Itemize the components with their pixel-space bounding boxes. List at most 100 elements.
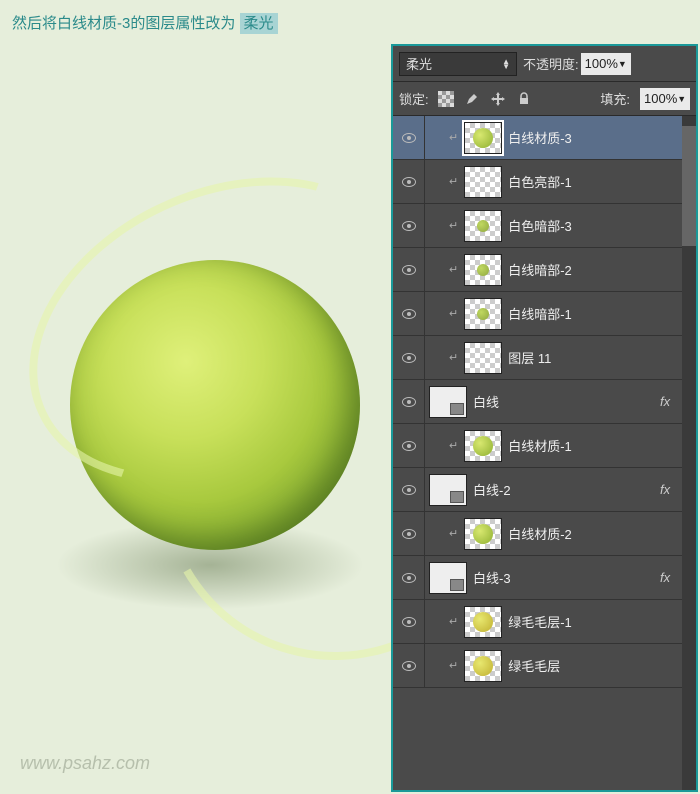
layer-thumbnail[interactable] bbox=[464, 518, 502, 550]
layer-content: 白线fx▼ bbox=[425, 386, 696, 418]
lock-transparency-icon[interactable] bbox=[437, 90, 455, 108]
layer-thumbnail[interactable] bbox=[429, 562, 467, 594]
layer-row[interactable]: ↵白线暗部-1 bbox=[393, 292, 696, 336]
eye-icon bbox=[402, 529, 416, 539]
layer-content: ↵白线暗部-1 bbox=[425, 298, 696, 330]
lock-icon[interactable] bbox=[515, 90, 533, 108]
watermark: www.psahz.com bbox=[20, 753, 150, 774]
layer-thumbnail[interactable] bbox=[429, 386, 467, 418]
layer-row[interactable]: ↵白色亮部-1 bbox=[393, 160, 696, 204]
tennis-ball-image bbox=[70, 260, 360, 550]
visibility-toggle[interactable] bbox=[393, 644, 425, 687]
lock-label: 锁定: bbox=[399, 89, 429, 108]
eye-icon bbox=[402, 397, 416, 407]
brush-icon[interactable] bbox=[463, 90, 481, 108]
fill-input[interactable]: 100%▼ bbox=[640, 88, 690, 110]
panel-header: 柔光 ▲▼ 不透明度: 100%▼ bbox=[393, 46, 696, 82]
layer-content: ↵白色亮部-1 bbox=[425, 166, 696, 198]
eye-icon bbox=[402, 353, 416, 363]
visibility-toggle[interactable] bbox=[393, 160, 425, 203]
visibility-toggle[interactable] bbox=[393, 556, 425, 599]
fill-label: 填充: bbox=[600, 89, 630, 108]
highlight-text: 柔光 bbox=[240, 13, 278, 34]
eye-icon bbox=[402, 221, 416, 231]
visibility-toggle[interactable] bbox=[393, 116, 425, 159]
layer-thumbnail[interactable] bbox=[464, 430, 502, 462]
opacity-label: 不透明度: bbox=[523, 54, 579, 73]
visibility-toggle[interactable] bbox=[393, 468, 425, 511]
layer-name: 白线材质-3 bbox=[508, 128, 696, 147]
fx-badge[interactable]: fx bbox=[660, 394, 670, 409]
clip-arrow-icon: ↵ bbox=[449, 439, 458, 452]
layer-thumbnail[interactable] bbox=[464, 254, 502, 286]
chevron-down-icon: ▼ bbox=[677, 94, 686, 104]
visibility-toggle[interactable] bbox=[393, 424, 425, 467]
clip-arrow-icon: ↵ bbox=[449, 615, 458, 628]
layer-name: 绿毛毛层-1 bbox=[508, 612, 696, 631]
visibility-toggle[interactable] bbox=[393, 204, 425, 247]
layer-name: 白线材质-1 bbox=[508, 436, 696, 455]
layers-panel: 柔光 ▲▼ 不透明度: 100%▼ 锁定: 填充: 100%▼ ↵白线材质-3↵… bbox=[391, 44, 698, 792]
layer-name: 白色亮部-1 bbox=[508, 172, 696, 191]
eye-icon bbox=[402, 661, 416, 671]
clip-arrow-icon: ↵ bbox=[449, 527, 458, 540]
blend-mode-select[interactable]: 柔光 ▲▼ bbox=[399, 52, 517, 76]
layer-row[interactable]: ↵ 白线材质-3 bbox=[393, 116, 696, 160]
fx-badge[interactable]: fx bbox=[660, 570, 670, 585]
layer-name: 白线材质-2 bbox=[508, 524, 696, 543]
layer-thumbnail[interactable] bbox=[464, 210, 502, 242]
layer-content: 白线-3fx▼ bbox=[425, 562, 696, 594]
layer-content: ↵ 白线材质-1 bbox=[425, 430, 696, 462]
layer-row[interactable]: ↵ 白色暗部-3 bbox=[393, 204, 696, 248]
layer-thumbnail[interactable] bbox=[464, 298, 502, 330]
layer-name: 绿毛毛层 bbox=[508, 656, 696, 675]
scrollbar-thumb[interactable] bbox=[682, 126, 696, 246]
layer-thumbnail[interactable] bbox=[464, 122, 502, 154]
layer-content: ↵ 绿毛毛层-1 bbox=[425, 606, 696, 638]
visibility-toggle[interactable] bbox=[393, 600, 425, 643]
visibility-toggle[interactable] bbox=[393, 248, 425, 291]
layer-content: ↵ 白线材质-3 bbox=[425, 122, 696, 154]
eye-icon bbox=[402, 617, 416, 627]
layer-row[interactable]: 白线fx▼ bbox=[393, 380, 696, 424]
layers-list[interactable]: ↵白线材质-3↵白色亮部-1↵白色暗部-3↵白线暗部-2↵白线暗部-1↵图层 1… bbox=[393, 116, 696, 790]
visibility-toggle[interactable] bbox=[393, 292, 425, 335]
layer-content: ↵ 白色暗部-3 bbox=[425, 210, 696, 242]
layer-thumbnail[interactable] bbox=[464, 166, 502, 198]
eye-icon bbox=[402, 441, 416, 451]
layer-row[interactable]: 白线-2fx▼ bbox=[393, 468, 696, 512]
layer-row[interactable]: ↵ 图层 11 bbox=[393, 336, 696, 380]
lock-row: 锁定: 填充: 100%▼ bbox=[393, 82, 696, 116]
clip-arrow-icon: ↵ bbox=[449, 351, 458, 364]
eye-icon bbox=[402, 485, 416, 495]
layer-content: ↵ 图层 11 bbox=[425, 342, 696, 374]
layer-row[interactable]: ↵ 白线材质-1 bbox=[393, 424, 696, 468]
layer-content: ↵ 白线材质-2 bbox=[425, 518, 696, 550]
eye-icon bbox=[402, 309, 416, 319]
layer-name: 白线 bbox=[473, 392, 654, 411]
visibility-toggle[interactable] bbox=[393, 512, 425, 555]
clip-arrow-icon: ↵ bbox=[449, 219, 458, 232]
scrollbar[interactable] bbox=[682, 116, 696, 790]
opacity-input[interactable]: 100%▼ bbox=[581, 53, 631, 75]
layer-row[interactable]: 白线-3fx▼ bbox=[393, 556, 696, 600]
move-icon[interactable] bbox=[489, 90, 507, 108]
eye-icon bbox=[402, 177, 416, 187]
visibility-toggle[interactable] bbox=[393, 336, 425, 379]
layer-name: 白线-3 bbox=[473, 568, 654, 587]
layer-thumbnail[interactable] bbox=[464, 650, 502, 682]
layer-thumbnail[interactable] bbox=[429, 474, 467, 506]
layer-row[interactable]: ↵ 白线材质-2 bbox=[393, 512, 696, 556]
layer-content: 白线-2fx▼ bbox=[425, 474, 696, 506]
layer-name: 白色暗部-3 bbox=[508, 216, 696, 235]
layer-name: 图层 11 bbox=[508, 348, 696, 367]
fx-badge[interactable]: fx bbox=[660, 482, 670, 497]
layer-row[interactable]: ↵ 绿毛毛层-1 bbox=[393, 600, 696, 644]
layer-row[interactable]: ↵白线暗部-2 bbox=[393, 248, 696, 292]
eye-icon bbox=[402, 265, 416, 275]
clip-arrow-icon: ↵ bbox=[449, 131, 458, 144]
layer-thumbnail[interactable] bbox=[464, 606, 502, 638]
visibility-toggle[interactable] bbox=[393, 380, 425, 423]
layer-row[interactable]: ↵绿毛毛层 bbox=[393, 644, 696, 688]
layer-thumbnail[interactable] bbox=[464, 342, 502, 374]
